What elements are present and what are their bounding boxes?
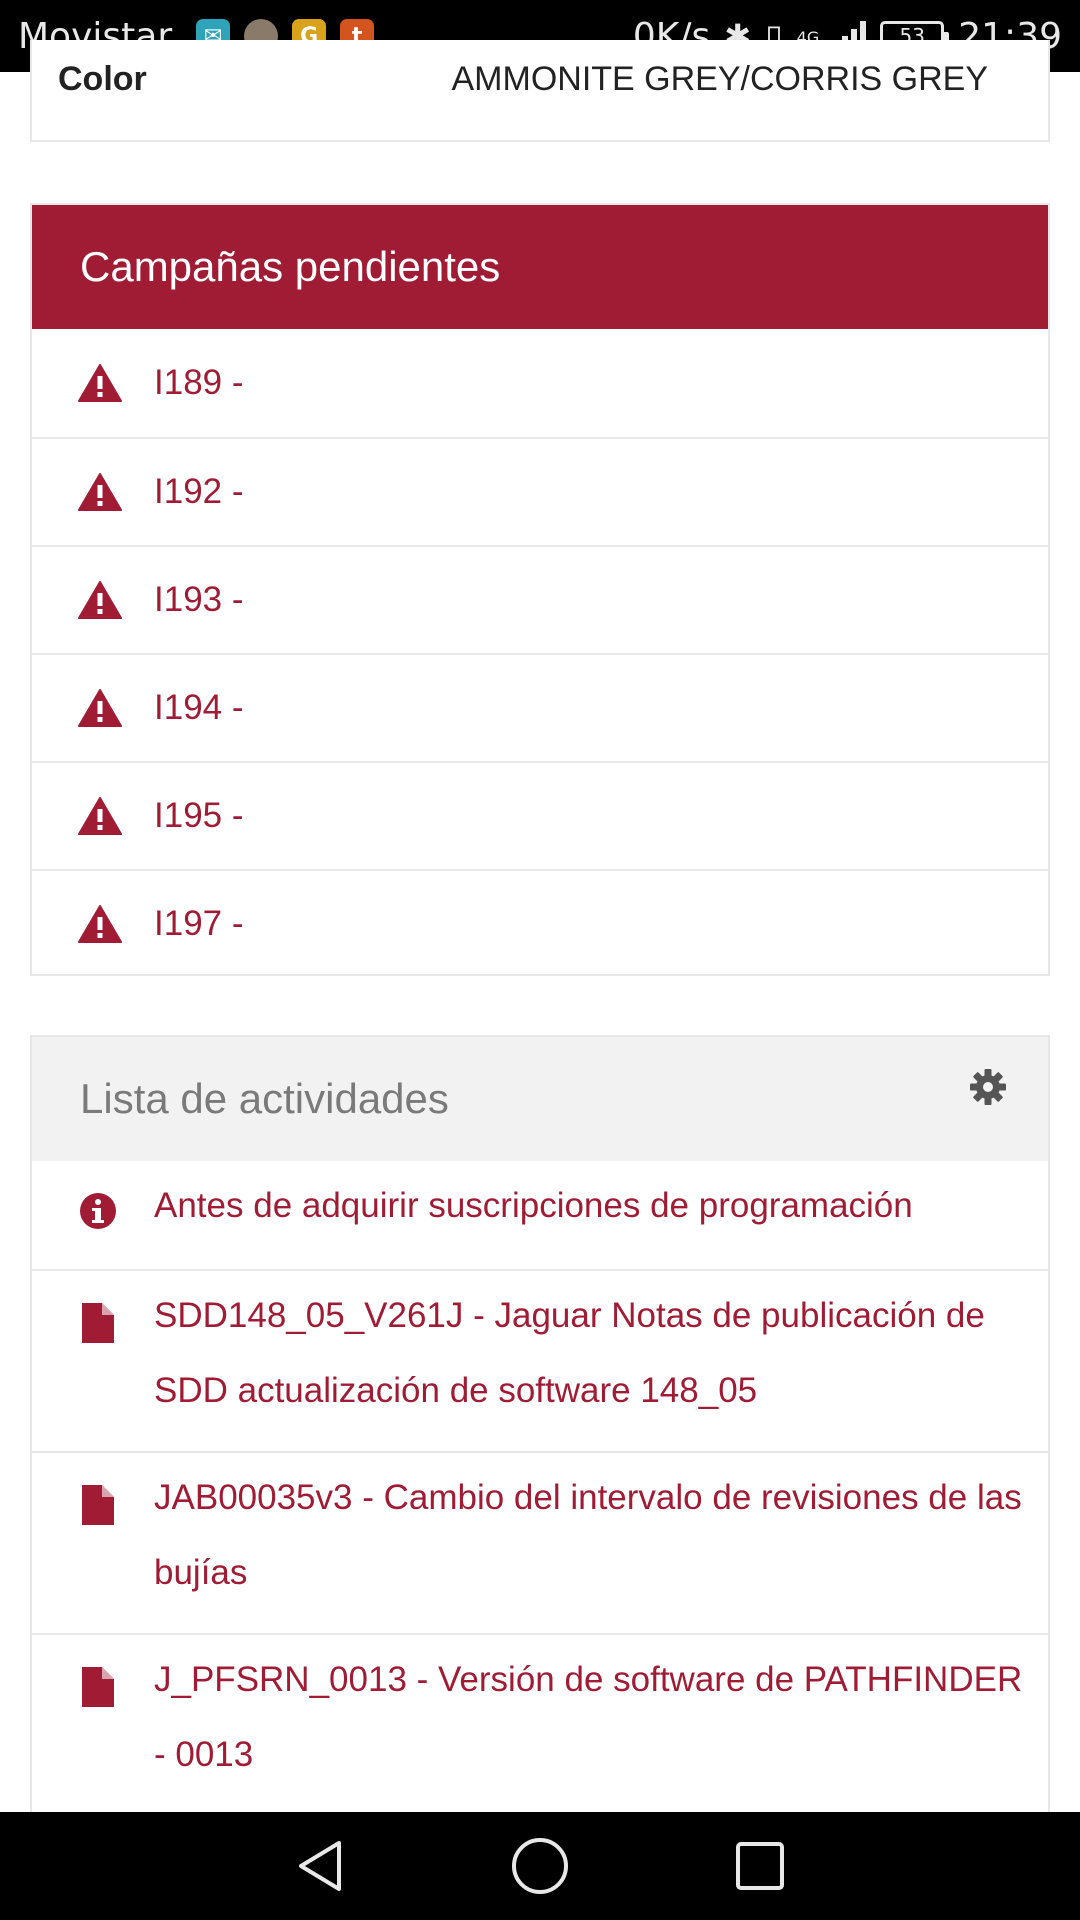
document-icon xyxy=(82,1485,114,1525)
color-value: AMMONITE GREY/CORRIS GREY xyxy=(451,60,989,98)
color-label: Color xyxy=(58,60,147,98)
activity-list-card: Lista de actividades Antes de adquirir s… xyxy=(30,1035,1050,1815)
campaign-label: I192 - xyxy=(154,472,244,511)
activity-label: JAB00035v3 - Cambio del intervalo de rev… xyxy=(154,1478,1022,1592)
campaign-label: I197 - xyxy=(154,904,244,943)
campaign-label: I193 - xyxy=(154,580,244,619)
navigation-bar xyxy=(0,1812,1080,1920)
campaign-item[interactable]: I195 - xyxy=(32,761,1048,869)
recents-button[interactable] xyxy=(730,1836,790,1896)
activity-item[interactable]: JAB00035v3 - Cambio del intervalo de rev… xyxy=(32,1451,1048,1633)
campaign-label: I189 - xyxy=(154,363,244,402)
warning-icon xyxy=(78,905,122,943)
campaign-label: I194 - xyxy=(154,688,244,727)
campaign-label: I195 - xyxy=(154,796,244,835)
campaign-item[interactable]: I189 - xyxy=(32,329,1048,437)
pending-campaigns-card: Campañas pendientes I189 - I192 - I193 -… xyxy=(30,203,1050,976)
activity-item[interactable]: SDD148_05_V261J - Jaguar Notas de public… xyxy=(32,1269,1048,1451)
campaign-item[interactable]: I194 - xyxy=(32,653,1048,761)
campaigns-list: I189 - I192 - I193 - I194 - I195 - I197 … xyxy=(32,329,1048,977)
activity-label: SDD148_05_V261J - Jaguar Notas de public… xyxy=(154,1296,985,1410)
info-icon xyxy=(80,1193,116,1229)
recents-icon xyxy=(736,1842,784,1890)
campaigns-title: Campañas pendientes xyxy=(80,243,501,290)
activity-item[interactable]: Antes de adquirir suscripciones de progr… xyxy=(32,1161,1048,1269)
warning-icon xyxy=(78,689,122,727)
activities-title: Lista de actividades xyxy=(80,1075,449,1122)
document-icon xyxy=(82,1667,114,1707)
home-icon xyxy=(512,1838,568,1894)
warning-icon xyxy=(78,797,122,835)
vehicle-details-card: Color AMMONITE GREY/CORRIS GREY xyxy=(30,40,1050,142)
activity-item[interactable]: J_PFSRN_0013 - Versión de software de PA… xyxy=(32,1633,1048,1815)
activity-label: J_PFSRN_0013 - Versión de software de PA… xyxy=(154,1660,1023,1774)
document-icon xyxy=(82,1303,114,1343)
campaign-item[interactable]: I193 - xyxy=(32,545,1048,653)
campaign-item[interactable]: I192 - xyxy=(32,437,1048,545)
color-row: Color AMMONITE GREY/CORRIS GREY xyxy=(58,60,988,99)
activity-label: Antes de adquirir suscripciones de progr… xyxy=(154,1186,913,1225)
warning-icon xyxy=(78,473,122,511)
campaigns-header: Campañas pendientes xyxy=(32,205,1048,329)
home-button[interactable] xyxy=(510,1836,570,1896)
back-button[interactable] xyxy=(290,1836,350,1896)
activities-header: Lista de actividades xyxy=(32,1037,1048,1161)
gear-icon[interactable] xyxy=(968,1067,1008,1107)
campaign-item[interactable]: I197 - xyxy=(32,869,1048,977)
back-icon xyxy=(299,1841,341,1891)
warning-icon xyxy=(78,581,122,619)
warning-icon xyxy=(78,364,122,402)
